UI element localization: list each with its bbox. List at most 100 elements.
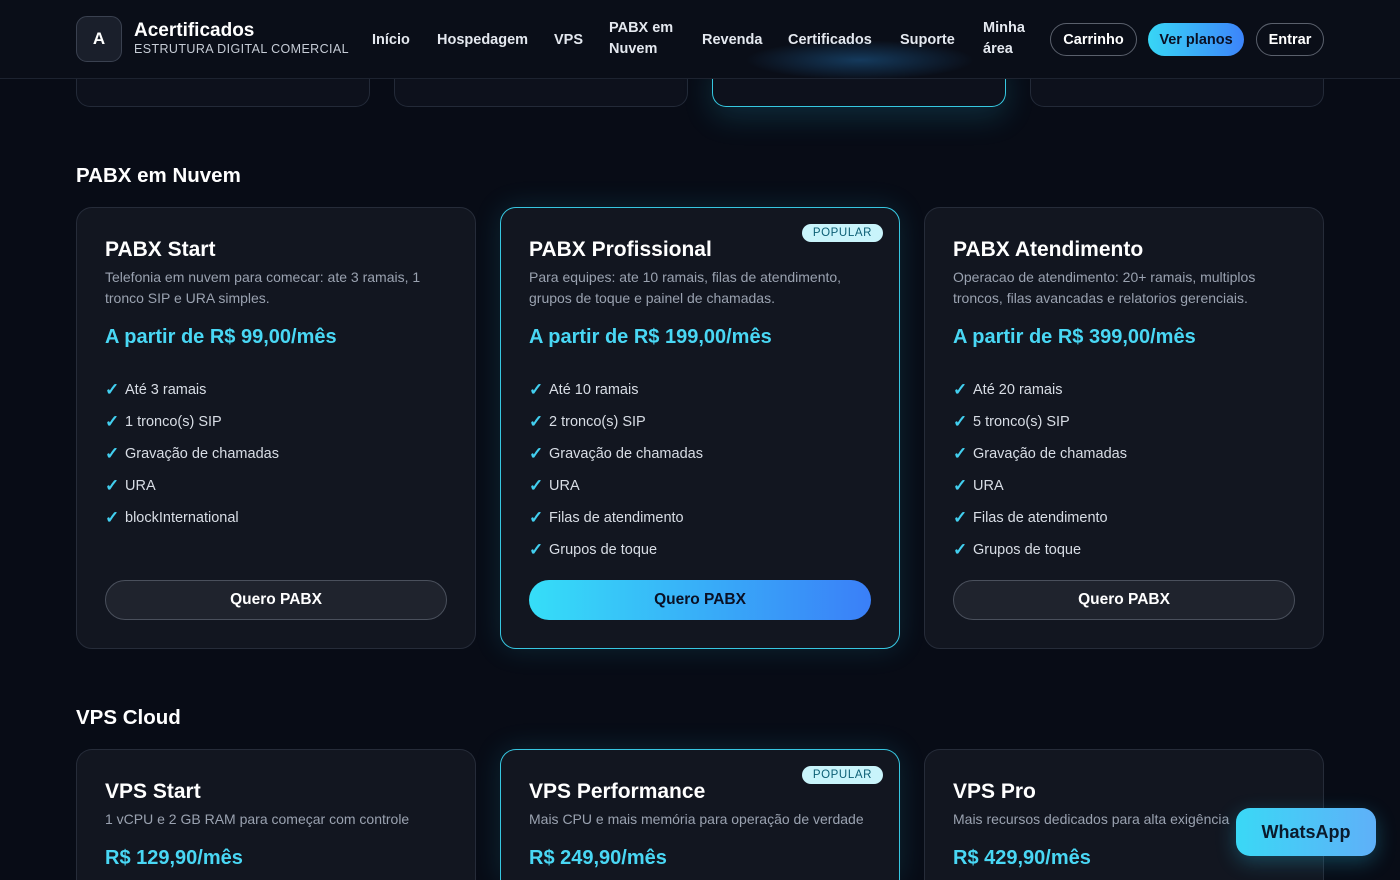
- nav-certificados[interactable]: Certificados: [788, 30, 872, 51]
- plan-name: VPS Performance: [529, 780, 706, 803]
- plan-name: VPS Pro: [953, 780, 1036, 803]
- plan-price: R$ 429,90/mês: [953, 847, 1091, 869]
- check-icon: ✓: [105, 508, 120, 527]
- brand-logo[interactable]: A Acertificados ESTRUTURA DIGITAL COMERC…: [76, 16, 349, 62]
- check-icon: ✓: [953, 380, 968, 399]
- feature-label: 5 tronco(s) SIP: [973, 414, 1070, 430]
- feature-item: ✓ URA: [529, 470, 703, 502]
- feature-item: ✓ Gravação de chamadas: [529, 438, 703, 470]
- feature-item: ✓ Até 20 ramais: [953, 374, 1127, 406]
- vps-plan-card-performance: POPULAR VPS Performance Mais CPU e mais …: [500, 749, 900, 880]
- brand-name: Acertificados: [134, 20, 255, 41]
- feature-label: Até 3 ramais: [125, 382, 207, 398]
- feature-label: URA: [549, 478, 580, 494]
- feature-label: Até 10 ramais: [549, 382, 639, 398]
- select-plan-button[interactable]: Quero PABX: [105, 580, 447, 620]
- plan-name: PABX Start: [105, 238, 216, 261]
- nav-pabx-nuvem[interactable]: PABX em Nuvem: [609, 18, 673, 60]
- nav-hospedagem[interactable]: Hospedagem: [437, 30, 528, 51]
- check-icon: ✓: [529, 380, 544, 399]
- pabx-section-title: PABX em Nuvem: [76, 164, 241, 187]
- feature-item: ✓ 1 tronco(s) SIP: [105, 406, 279, 438]
- brand-mark: A: [76, 16, 122, 62]
- feature-label: Filas de atendimento: [973, 510, 1108, 526]
- check-icon: ✓: [105, 476, 120, 495]
- plan-price: A partir de R$ 399,00/mês: [953, 326, 1196, 348]
- plan-price: R$ 249,90/mês: [529, 847, 667, 869]
- feature-item: ✓ URA: [105, 470, 279, 502]
- nav-vps[interactable]: VPS: [554, 30, 583, 51]
- check-icon: ✓: [105, 412, 120, 431]
- nav-suporte[interactable]: Suporte: [900, 30, 955, 51]
- feature-list: ✓ Até 3 ramais ✓ 1 tronco(s) SIP ✓ Gravação…: [105, 374, 279, 534]
- feature-item: ✓ Grupos de toque: [529, 534, 703, 566]
- check-icon: ✓: [953, 540, 968, 559]
- nav-pabx-line1: PABX em: [609, 20, 674, 36]
- plan-name: VPS Start: [105, 780, 201, 803]
- feature-label: 2 tronco(s) SIP: [549, 414, 646, 430]
- plan-name: PABX Atendimento: [953, 238, 1144, 261]
- feature-label: 1 tronco(s) SIP: [125, 414, 222, 430]
- plan-description: Mais CPU e mais memória para operação de…: [529, 811, 864, 827]
- plan-description: Operacao de atendimento: 20+ ramais, mul…: [953, 269, 1256, 306]
- plan-price: R$ 129,90/mês: [105, 847, 243, 869]
- feature-list: ✓ Até 10 ramais ✓ 2 tronco(s) SIP ✓ Gravaçã…: [529, 374, 703, 566]
- check-icon: ✓: [105, 444, 120, 463]
- plan-price: A partir de R$ 99,00/mês: [105, 326, 337, 348]
- nav-minha-area[interactable]: Minha área: [983, 18, 1025, 60]
- feature-label: Até 20 ramais: [973, 382, 1063, 398]
- plan-description: 1 vCPU e 2 GB RAM para começar com contr…: [105, 811, 410, 827]
- view-plans-button[interactable]: Ver planos: [1148, 23, 1244, 56]
- check-icon: ✓: [953, 508, 968, 527]
- check-icon: ✓: [529, 444, 544, 463]
- popular-badge: POPULAR: [801, 766, 883, 784]
- login-button[interactable]: Entrar: [1256, 23, 1324, 56]
- popular-badge: POPULAR: [801, 224, 883, 242]
- check-icon: ✓: [953, 476, 968, 495]
- vps-section-title: VPS Cloud: [76, 706, 181, 729]
- feature-item: ✓ blockInternational: [105, 502, 279, 534]
- check-icon: ✓: [529, 508, 544, 527]
- vps-plan-card-start: VPS Start 1 vCPU e 2 GB RAM para começar…: [76, 749, 476, 880]
- plan-description: Para equipes: ate 10 ramais, filas de at…: [529, 269, 842, 306]
- feature-item: ✓ Gravação de chamadas: [105, 438, 279, 470]
- feature-label: blockInternational: [125, 510, 239, 526]
- feature-item: ✓ Até 10 ramais: [529, 374, 703, 406]
- plan-price: A partir de R$ 199,00/mês: [529, 326, 772, 348]
- feature-item: ✓ URA: [953, 470, 1127, 502]
- nav-minha-line1: Minha: [983, 20, 1025, 36]
- feature-label: Gravação de chamadas: [125, 446, 279, 462]
- plan-description: Telefonia em nuvem para comecar: ate 3 r…: [105, 269, 421, 306]
- check-icon: ✓: [953, 444, 968, 463]
- feature-label: URA: [125, 478, 156, 494]
- check-icon: ✓: [529, 476, 544, 495]
- feature-item: ✓ Filas de atendimento: [953, 502, 1127, 534]
- pabx-plan-card-atendimento: PABX Atendimento Operacao de atendimento…: [924, 207, 1324, 649]
- nav-revenda[interactable]: Revenda: [702, 30, 762, 51]
- feature-item: ✓ Filas de atendimento: [529, 502, 703, 534]
- check-icon: ✓: [529, 412, 544, 431]
- cart-button[interactable]: Carrinho: [1050, 23, 1137, 56]
- feature-label: Filas de atendimento: [549, 510, 684, 526]
- feature-item: ✓ Até 3 ramais: [105, 374, 279, 406]
- feature-label: Gravação de chamadas: [973, 446, 1127, 462]
- select-plan-button[interactable]: Quero PABX: [953, 580, 1295, 620]
- feature-label: Gravação de chamadas: [549, 446, 703, 462]
- plan-name: PABX Profissional: [529, 238, 712, 261]
- feature-label: Grupos de toque: [973, 542, 1082, 558]
- check-icon: ✓: [953, 412, 968, 431]
- nav-inicio[interactable]: Início: [372, 30, 410, 51]
- feature-item: ✓ 2 tronco(s) SIP: [529, 406, 703, 438]
- nav-minha-line2: área: [983, 41, 1013, 57]
- select-plan-button[interactable]: Quero PABX: [529, 580, 871, 620]
- brand-tagline: ESTRUTURA DIGITAL COMERCIAL: [134, 42, 349, 56]
- brand-text: Acertificados ESTRUTURA DIGITAL COMERCIA…: [134, 21, 349, 57]
- pabx-plan-card-profissional: POPULAR PABX Profissional Para equipes: …: [500, 207, 900, 649]
- feature-item: ✓ Grupos de toque: [953, 534, 1127, 566]
- whatsapp-button[interactable]: WhatsApp: [1236, 808, 1376, 856]
- feature-label: URA: [973, 478, 1004, 494]
- pabx-plan-card-start: PABX Start Telefonia em nuvem para comec…: [76, 207, 476, 649]
- feature-list: ✓ Até 20 ramais ✓ 5 tronco(s) SIP ✓ Gravaçã…: [953, 374, 1127, 566]
- check-icon: ✓: [105, 380, 120, 399]
- feature-item: ✓ 5 tronco(s) SIP: [953, 406, 1127, 438]
